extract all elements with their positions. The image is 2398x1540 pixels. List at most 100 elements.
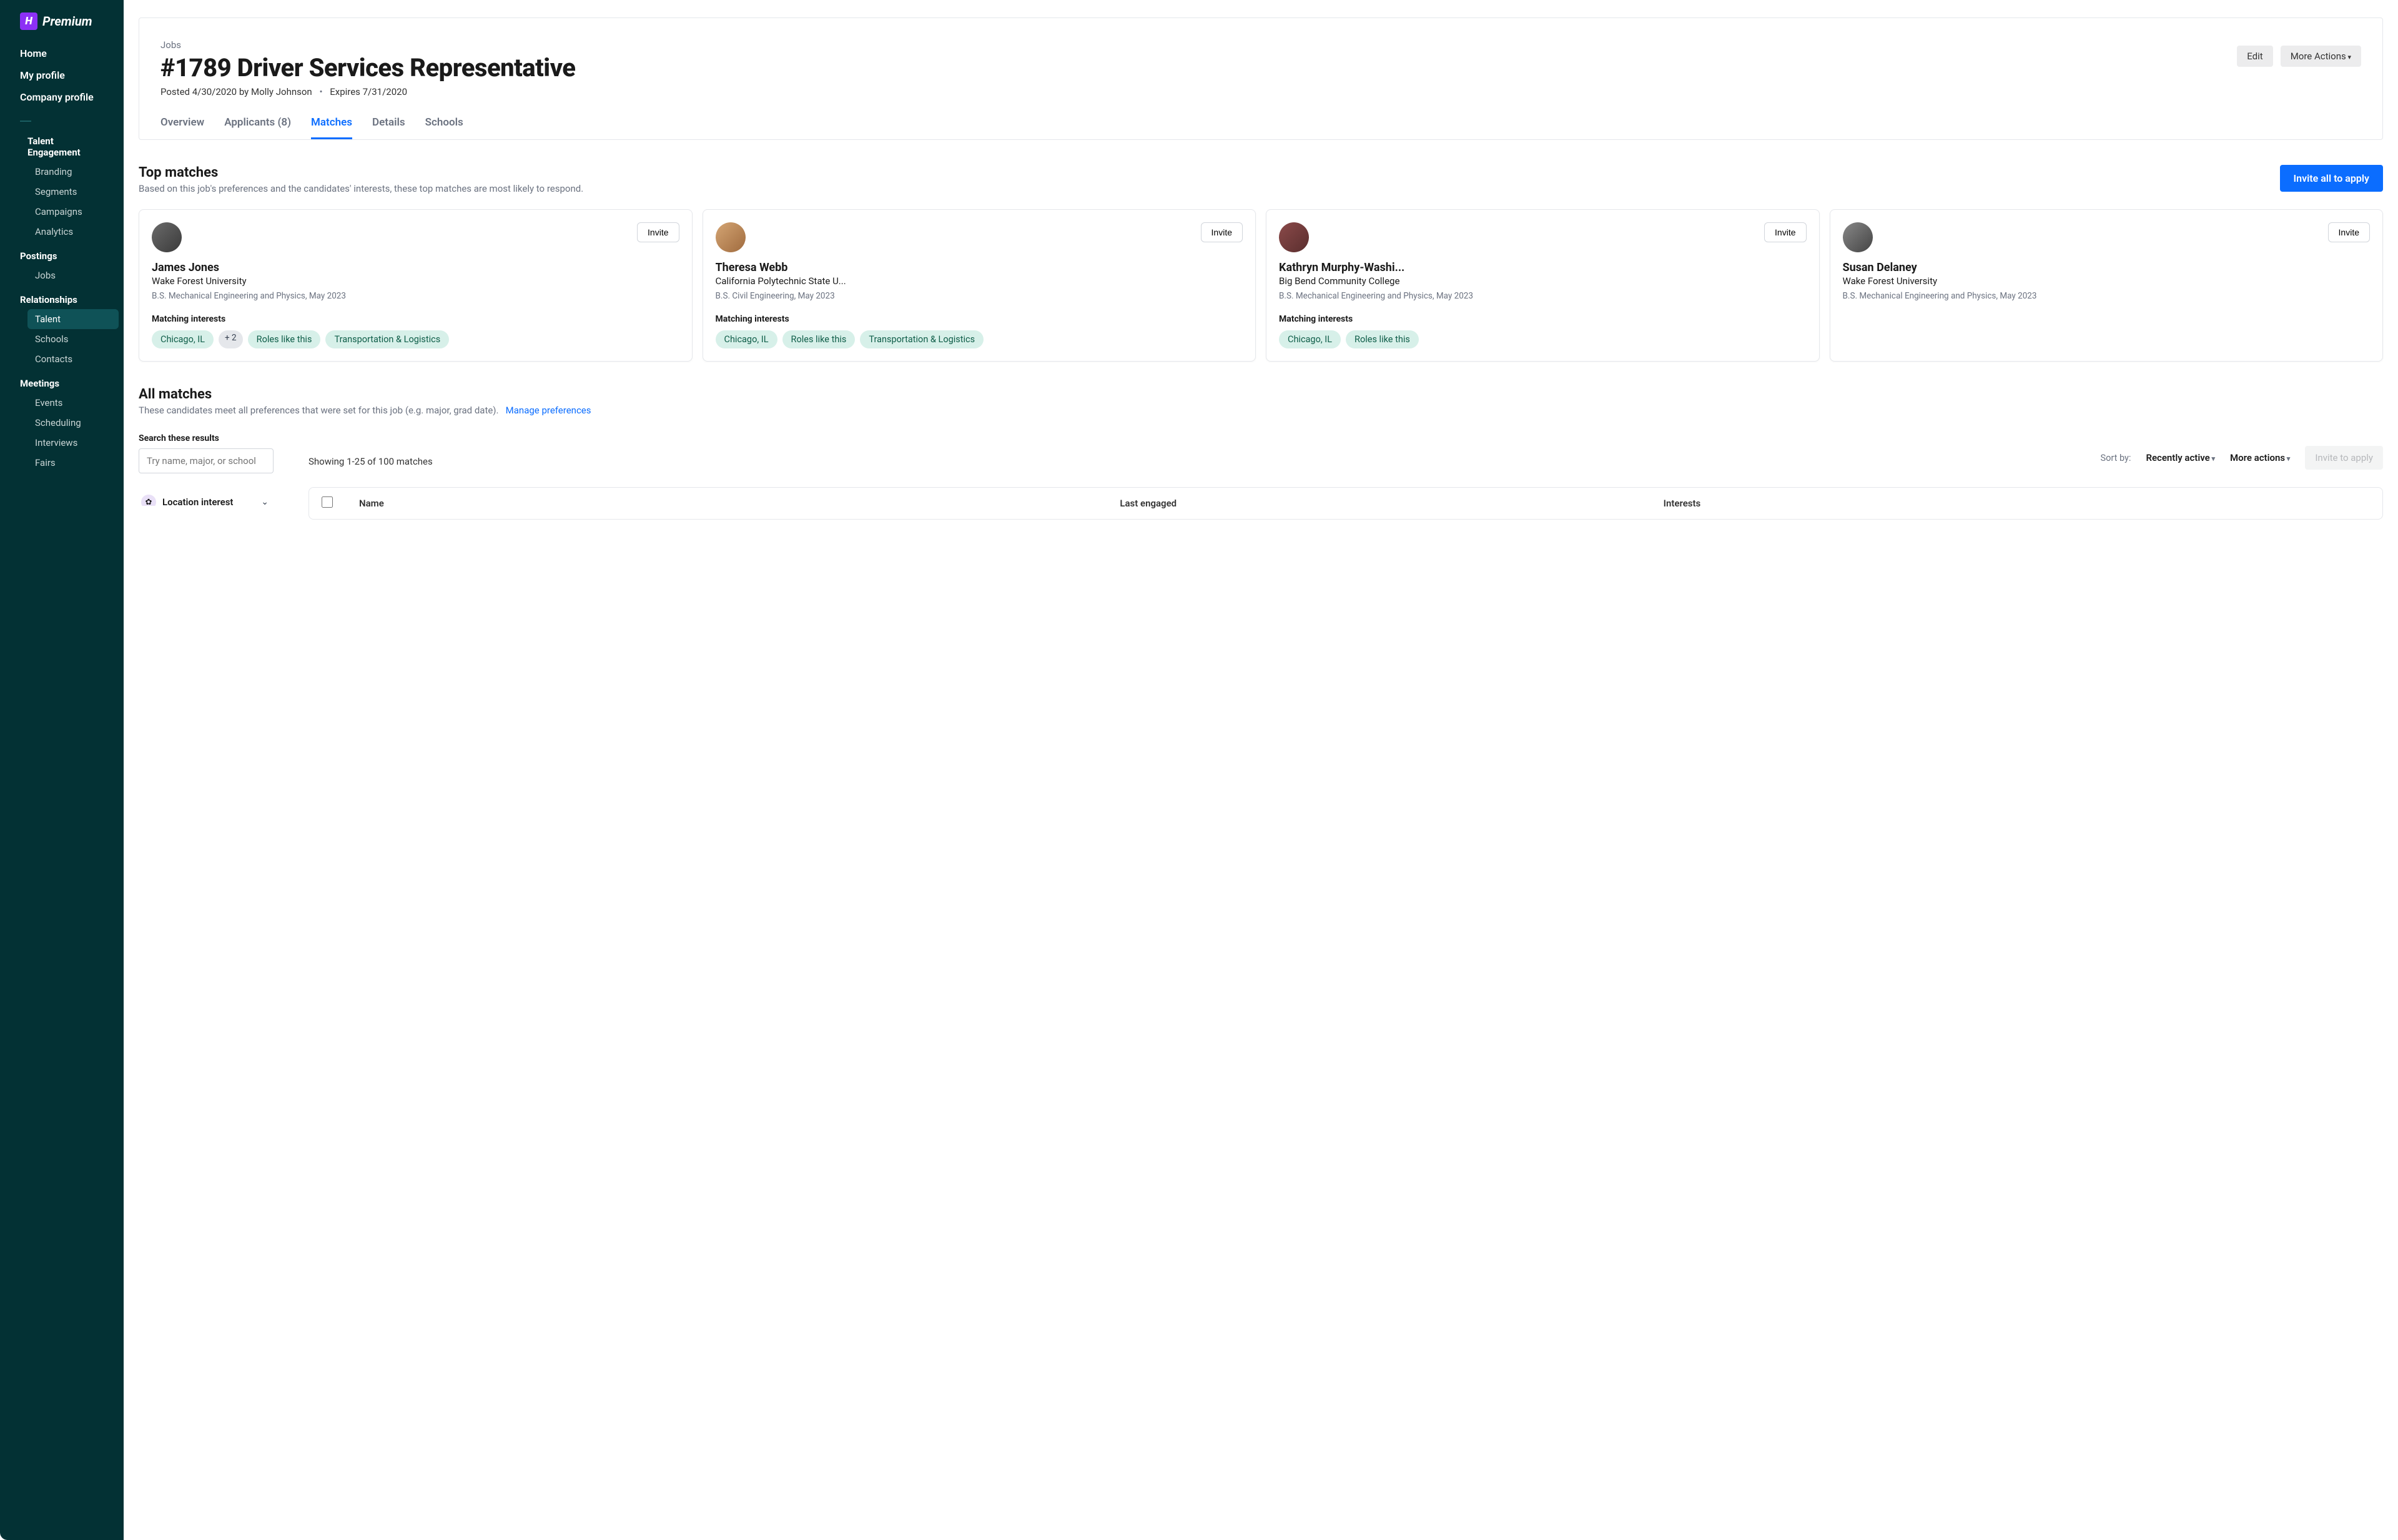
nav-jobs[interactable]: Jobs [0, 265, 124, 285]
nav-segments[interactable]: Segments [0, 182, 124, 202]
nav-company-profile[interactable]: Company profile [0, 86, 124, 108]
pill-location: Chicago, IL [716, 330, 777, 348]
nav-section-postings: Postings [0, 242, 124, 265]
search-label: Search these results [139, 433, 274, 443]
invite-to-apply-button: Invite to apply [2305, 446, 2383, 470]
tab-overview[interactable]: Overview [160, 116, 204, 139]
pill-location: Chicago, IL [152, 330, 214, 348]
candidate-degree: B.S. Mechanical Engineering and Physics,… [1279, 290, 1807, 302]
breadcrumb[interactable]: Jobs [160, 39, 575, 51]
pill-more[interactable]: + 2 [219, 330, 243, 348]
interest-pills: Chicago, IL Roles like this Transportati… [716, 330, 1243, 348]
brand-logo-text: Premium [42, 14, 92, 29]
nav-interviews[interactable]: Interviews [0, 433, 124, 453]
header-actions: Edit More Actions [2237, 39, 2361, 67]
more-actions-button[interactable]: More Actions [2281, 46, 2361, 67]
nav-home[interactable]: Home [0, 42, 124, 64]
posted-meta: Posted 4/30/2020 by Molly Johnson [160, 86, 312, 97]
invite-button[interactable]: Invite [1764, 222, 1806, 242]
avatar[interactable] [1843, 222, 1873, 252]
nav-primary: Home My profile Company profile [0, 42, 124, 117]
tab-schools[interactable]: Schools [425, 116, 463, 139]
matches-table: Name Last engaged Interests [308, 487, 2383, 520]
nav-scheduling[interactable]: Scheduling [0, 413, 124, 433]
filter-location-label: Location interest [162, 496, 233, 506]
table-header: Name Last engaged Interests [309, 488, 2382, 519]
candidate-name[interactable]: James Jones [152, 261, 679, 274]
candidate-name[interactable]: Susan Delaney [1843, 261, 2371, 274]
candidate-degree: B.S. Mechanical Engineering and Physics,… [152, 290, 679, 302]
invite-all-button[interactable]: Invite all to apply [2280, 165, 2383, 192]
nav-analytics[interactable]: Analytics [0, 222, 124, 242]
candidate-name[interactable]: Theresa Webb [716, 261, 1243, 274]
nav-contacts[interactable]: Contacts [0, 349, 124, 369]
search-block: Search these results [139, 433, 274, 473]
interests-label: Matching interests [1279, 314, 1807, 324]
candidate-name[interactable]: Kathryn Murphy-Washi... [1279, 261, 1807, 274]
candidate-school: California Polytechnic State U... [716, 275, 1243, 287]
table-header-last-engaged[interactable]: Last engaged [1120, 498, 1663, 509]
pill-roles: Roles like this [782, 330, 856, 348]
avatar[interactable] [716, 222, 746, 252]
table-header-interests[interactable]: Interests [1664, 498, 2370, 509]
match-card: Invite Kathryn Murphy-Washi... Big Bend … [1266, 209, 1820, 362]
avatar[interactable] [1279, 222, 1309, 252]
nav-events[interactable]: Events [0, 393, 124, 413]
expires-meta: Expires 7/31/2020 [330, 86, 407, 97]
tab-applicants[interactable]: Applicants (8) [224, 116, 291, 139]
filter-location-interest[interactable]: ✿ Location interest ⌄ [139, 488, 274, 506]
chevron-down-icon: ⌄ [261, 497, 269, 506]
tab-matches[interactable]: Matches [311, 116, 352, 139]
nav-my-profile[interactable]: My profile [0, 64, 124, 86]
edit-button[interactable]: Edit [2237, 46, 2272, 67]
all-matches-title: All matches [139, 387, 2383, 402]
nav-fairs[interactable]: Fairs [0, 453, 124, 473]
match-card: Invite Susan Delaney Wake Forest Univers… [1830, 209, 2384, 362]
table-header-check [322, 496, 359, 510]
nav-branding[interactable]: Branding [0, 162, 124, 182]
tab-details[interactable]: Details [372, 116, 405, 139]
pill-location: Chicago, IL [1279, 330, 1341, 348]
sort-dropdown[interactable]: Recently active [2146, 452, 2215, 463]
invite-button[interactable]: Invite [1201, 222, 1243, 242]
nav-section-relationships: Relationships [0, 285, 124, 309]
interest-pills: Chicago, IL Roles like this [1279, 330, 1807, 348]
interests-label: Matching interests [152, 314, 679, 324]
nav-talent[interactable]: Talent [27, 309, 119, 329]
meta-dot: • [319, 86, 322, 97]
job-tabs: Overview Applicants (8) Matches Details … [160, 116, 2361, 139]
table-header-name[interactable]: Name [359, 498, 1120, 509]
candidate-school: Big Bend Community College [1279, 275, 1807, 287]
candidate-degree: B.S. Mechanical Engineering and Physics,… [1843, 290, 2371, 302]
right-controls: Sort by: Recently active More actions In… [2101, 446, 2384, 473]
sidebar: H Premium Home My profile Company profil… [0, 0, 124, 1540]
interests-label: Matching interests [716, 314, 1243, 324]
brand-logo[interactable]: H Premium [0, 12, 124, 42]
pill-roles: Roles like this [248, 330, 321, 348]
job-header-card: Jobs #1789 Driver Services Representativ… [139, 17, 2383, 140]
pill-industry: Transportation & Logistics [860, 330, 984, 348]
main-content: Jobs #1789 Driver Services Representativ… [124, 0, 2398, 1540]
job-meta: Posted 4/30/2020 by Molly Johnson • Expi… [160, 86, 575, 97]
all-matches-section: All matches These candidates meet all pr… [139, 387, 2383, 520]
more-actions-dropdown[interactable]: More actions [2230, 452, 2290, 463]
pill-industry: Transportation & Logistics [325, 330, 449, 348]
search-input[interactable] [139, 448, 274, 473]
candidate-school: Wake Forest University [152, 275, 679, 287]
nav-section-meetings: Meetings [0, 369, 124, 393]
location-badge-icon: ✿ [141, 495, 156, 506]
invite-button[interactable]: Invite [637, 222, 679, 242]
top-matches-title: Top matches [139, 165, 583, 180]
select-all-checkbox[interactable] [322, 496, 333, 508]
nav-section-talent-engagement: Talent Engagement [0, 131, 124, 162]
nav-campaigns[interactable]: Campaigns [0, 202, 124, 222]
filter-row: Search these results Showing 1-25 of 100… [139, 433, 2383, 473]
manage-preferences-link[interactable]: Manage preferences [506, 405, 591, 416]
nav-schools[interactable]: Schools [0, 329, 124, 349]
all-matches-subtitle-text: These candidates meet all preferences th… [139, 405, 498, 416]
invite-button[interactable]: Invite [2328, 222, 2370, 242]
avatar[interactable] [152, 222, 182, 252]
match-cards: Invite James Jones Wake Forest Universit… [139, 209, 2383, 362]
candidate-school: Wake Forest University [1843, 275, 2371, 287]
interest-pills: Chicago, IL + 2 Roles like this Transpor… [152, 330, 679, 348]
